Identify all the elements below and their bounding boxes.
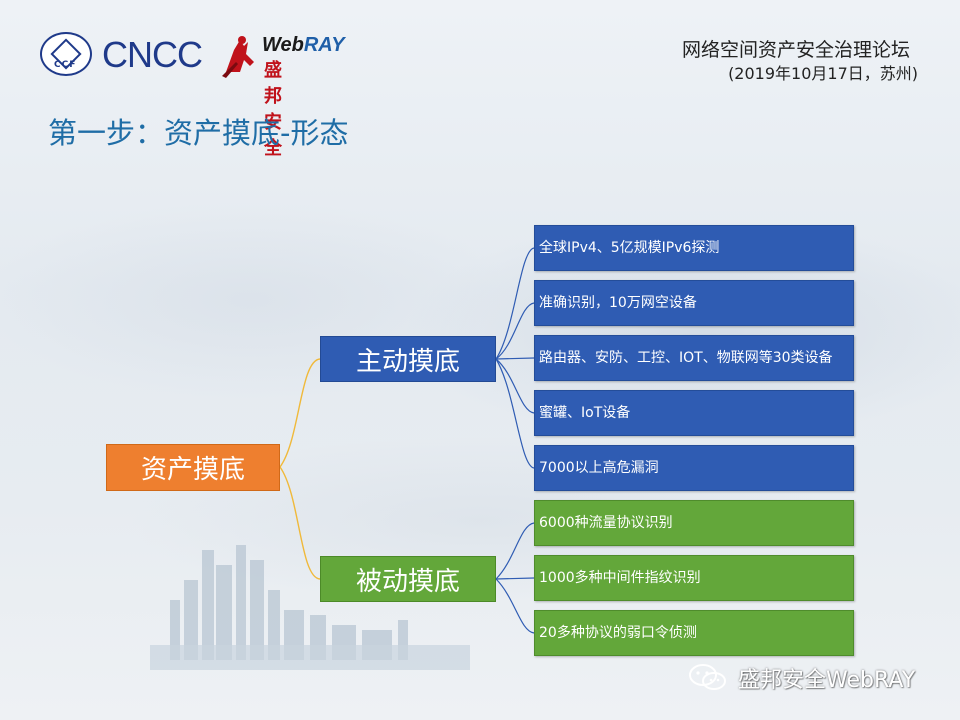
mindmap-leaf-passive-1: 6000种流量协议识别	[534, 500, 854, 546]
wechat-icon	[689, 664, 726, 690]
mindmap-leaf-active-3: 路由器、安防、工控、IOT、物联网等30类设备	[534, 335, 854, 381]
connector-root-passive	[279, 466, 321, 580]
mindmap-leaf-passive-3: 20多种协议的弱口令侦测	[534, 610, 854, 656]
connector-passive-leaf-2	[495, 577, 535, 580]
connector-active-leaf-1	[495, 247, 535, 360]
connector-active-leaf-5	[495, 358, 535, 469]
mindmap-branch-active: 主动摸底	[320, 336, 496, 382]
mindmap-branch-passive: 被动摸底	[320, 556, 496, 602]
mindmap-root-node: 资产摸底	[106, 444, 280, 491]
wechat-watermark: 盛邦安全WebRAY	[688, 662, 915, 694]
connector-active-leaf-3	[495, 357, 535, 360]
connector-active-leaf-4	[495, 358, 535, 414]
mindmap-leaf-active-2: 准确识别，10万网空设备	[534, 280, 854, 326]
mindmap-leaf-active-1: 全球IPv4、5亿规模IPv6探测	[534, 225, 854, 271]
connector-active-leaf-2	[495, 302, 535, 360]
connector-passive-leaf-3	[495, 578, 535, 634]
mindmap-leaf-passive-2: 1000多种中间件指纹识别	[534, 555, 854, 601]
connector-root-active	[279, 358, 321, 468]
mindmap-leaf-active-5: 7000以上高危漏洞	[534, 445, 854, 491]
mindmap-leaf-active-4: 蜜罐、IoT设备	[534, 390, 854, 436]
watermark-text: 盛邦安全WebRAY	[738, 668, 916, 693]
connector-passive-leaf-1	[495, 522, 535, 580]
